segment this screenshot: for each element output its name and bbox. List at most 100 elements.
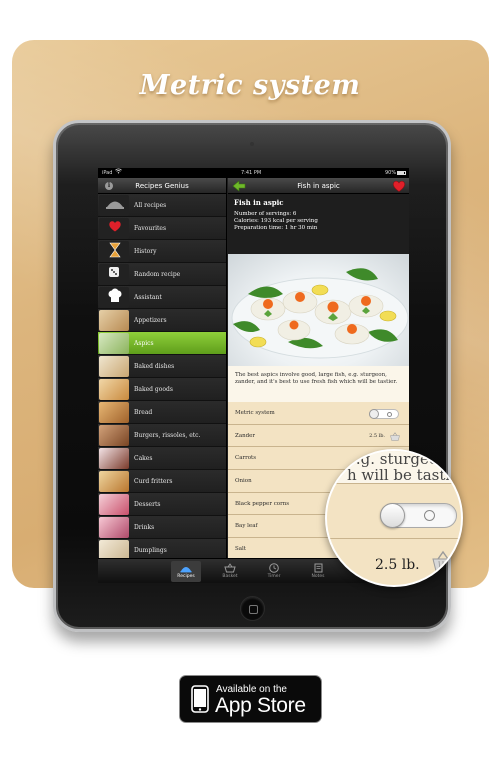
magnifier-callout: e.g. sturgeon, h will be tastier. 2.5 lb… bbox=[325, 449, 463, 587]
tab-label: Basket bbox=[222, 574, 238, 579]
sidebar-item-label: Dumplings bbox=[134, 547, 167, 554]
sidebar-item-desserts[interactable]: Desserts bbox=[98, 493, 226, 516]
sidebar-item-cakes[interactable]: Cakes bbox=[98, 447, 226, 470]
prep-time-text: Preparation time: 1 hr 30 min bbox=[234, 225, 318, 231]
sidebar-item-label: Aspics bbox=[134, 340, 154, 347]
fish-aspic-illustration bbox=[231, 268, 409, 359]
sidebar-title: Recipes Genius bbox=[135, 182, 189, 190]
wifi-icon bbox=[115, 168, 122, 178]
sidebar-item-label: History bbox=[134, 248, 157, 255]
sidebar-item-baked-goods[interactable]: Baked goods bbox=[98, 378, 226, 401]
status-time: 7:41 PM bbox=[241, 170, 262, 176]
basket-tab-icon bbox=[224, 563, 236, 573]
drinks-thumb bbox=[99, 517, 129, 538]
back-arrow-icon[interactable] bbox=[232, 180, 246, 192]
divider bbox=[327, 538, 461, 539]
category-sidebar: i Recipes Genius All recipes Favourites Hi… bbox=[98, 178, 227, 558]
sidebar-item-all-recipes[interactable]: All recipes bbox=[98, 194, 226, 217]
promo-page: Metric system iPad 7:41 PM 90% i Recipes… bbox=[0, 0, 500, 757]
sidebar-item-bread[interactable]: Bread bbox=[98, 401, 226, 424]
sidebar-item-appetizers[interactable]: Appetizers bbox=[98, 309, 226, 332]
tab-notes[interactable]: Notes bbox=[303, 561, 333, 582]
ingredient-name: Metric system bbox=[235, 410, 275, 416]
baked-dishes-thumb bbox=[99, 356, 129, 377]
ingredient-amount: 2.5 lb. bbox=[369, 432, 385, 439]
dice-icon bbox=[99, 264, 129, 285]
tab-recipes[interactable]: Recipes bbox=[171, 561, 201, 582]
sidebar-item-label: Curd fritters bbox=[134, 478, 173, 485]
toggle-off-indicator-icon bbox=[387, 412, 392, 417]
ingredient-name: Salt bbox=[235, 546, 247, 553]
clock-tab-icon bbox=[269, 563, 279, 573]
sidebar-item-label: Assistant bbox=[134, 294, 162, 301]
info-icon[interactable]: i bbox=[105, 182, 113, 190]
dish-photo bbox=[228, 254, 409, 366]
battery-percent: 90% bbox=[385, 170, 397, 176]
sidebar-item-label: All recipes bbox=[134, 202, 167, 209]
ingredient-row[interactable]: Zander 2.5 lb. bbox=[228, 424, 409, 448]
calories-text: Calories: 193 kcal per serving bbox=[234, 218, 318, 224]
metric-system-switch[interactable] bbox=[369, 409, 399, 419]
badge-line-2: App Store bbox=[215, 694, 306, 717]
cloche-icon bbox=[99, 195, 129, 216]
camera-icon bbox=[250, 142, 254, 146]
baked-goods-thumb bbox=[99, 379, 129, 400]
sidebar-item-curd-fritters[interactable]: Curd fritters bbox=[98, 470, 226, 493]
sidebar-item-label: Burgers, rissoles, etc. bbox=[134, 432, 201, 439]
divider bbox=[327, 483, 461, 484]
notes-tab-icon bbox=[314, 563, 323, 573]
sidebar-header: i Recipes Genius bbox=[98, 178, 226, 194]
curd-fritters-thumb bbox=[99, 471, 129, 492]
sidebar-item-drinks[interactable]: Drinks bbox=[98, 516, 226, 539]
bread-thumb bbox=[99, 402, 129, 423]
sidebar-item-dumplings[interactable]: Dumplings bbox=[98, 539, 226, 558]
home-button[interactable] bbox=[240, 596, 265, 621]
tab-label: Timer bbox=[267, 574, 281, 579]
toggle-knob[interactable] bbox=[380, 503, 405, 528]
cakes-thumb bbox=[99, 448, 129, 469]
sidebar-item-label: Appetizers bbox=[134, 317, 167, 324]
toggle-off-indicator-icon bbox=[424, 510, 435, 521]
sidebar-item-label: Cakes bbox=[134, 455, 153, 462]
detail-title: Fish in aspic bbox=[297, 182, 340, 190]
sidebar-item-label: Favourites bbox=[134, 225, 167, 232]
category-list: All recipes Favourites History Random recip… bbox=[98, 194, 226, 558]
sidebar-item-label: Desserts bbox=[134, 501, 161, 508]
favourite-heart-icon[interactable] bbox=[392, 179, 406, 193]
sidebar-item-burgers-rissoles-etc[interactable]: Burgers, rissoles, etc. bbox=[98, 424, 226, 447]
status-bar: iPad 7:41 PM 90% bbox=[98, 168, 409, 178]
chef-hat-icon bbox=[99, 287, 129, 308]
sidebar-item-aspics[interactable]: Aspics bbox=[98, 332, 226, 355]
tab-label: Notes bbox=[311, 574, 325, 579]
sidebar-item-assistant[interactable]: Assistant bbox=[98, 286, 226, 309]
appetizers-thumb bbox=[99, 310, 129, 331]
magnified-amount: 2.5 lb. bbox=[375, 557, 420, 573]
desserts-thumb bbox=[99, 494, 129, 515]
recipe-title: Fish in aspic bbox=[234, 198, 284, 207]
servings-text: Number of servings: 6 bbox=[234, 211, 297, 217]
sidebar-item-label: Drinks bbox=[134, 524, 155, 531]
tab-timer[interactable]: Timer bbox=[259, 561, 289, 582]
recipe-info: Fish in aspic Number of servings: 6 Calo… bbox=[228, 194, 409, 254]
sidebar-item-favourites[interactable]: Favourites bbox=[98, 217, 226, 240]
sidebar-item-baked-dishes[interactable]: Baked dishes bbox=[98, 355, 226, 378]
sidebar-item-history[interactable]: History bbox=[98, 240, 226, 263]
basket-icon[interactable] bbox=[390, 431, 400, 441]
app-store-badge[interactable]: Available on the App Store bbox=[179, 675, 322, 723]
cloche-tab-icon bbox=[180, 567, 192, 573]
tab-basket[interactable]: Basket bbox=[215, 561, 245, 582]
ingredient-name: Zander bbox=[235, 432, 256, 439]
ingredient-name: Black pepper corns bbox=[235, 500, 290, 507]
burgers-thumb bbox=[99, 425, 129, 446]
battery-icon bbox=[397, 171, 406, 175]
basket-icon[interactable] bbox=[431, 549, 455, 573]
sidebar-item-random-recipe[interactable]: Random recipe bbox=[98, 263, 226, 286]
sidebar-item-label: Baked dishes bbox=[134, 363, 175, 370]
toggle-knob[interactable] bbox=[369, 409, 379, 419]
detail-header: Fish in aspic bbox=[228, 178, 409, 194]
sidebar-item-label: Bread bbox=[134, 409, 153, 416]
magnified-text-line-1: e.g. sturgeon, bbox=[347, 450, 453, 468]
promo-title: Metric system bbox=[139, 70, 361, 101]
metric-system-toggle[interactable] bbox=[380, 503, 457, 528]
metric-system-row: Metric system bbox=[228, 402, 409, 425]
